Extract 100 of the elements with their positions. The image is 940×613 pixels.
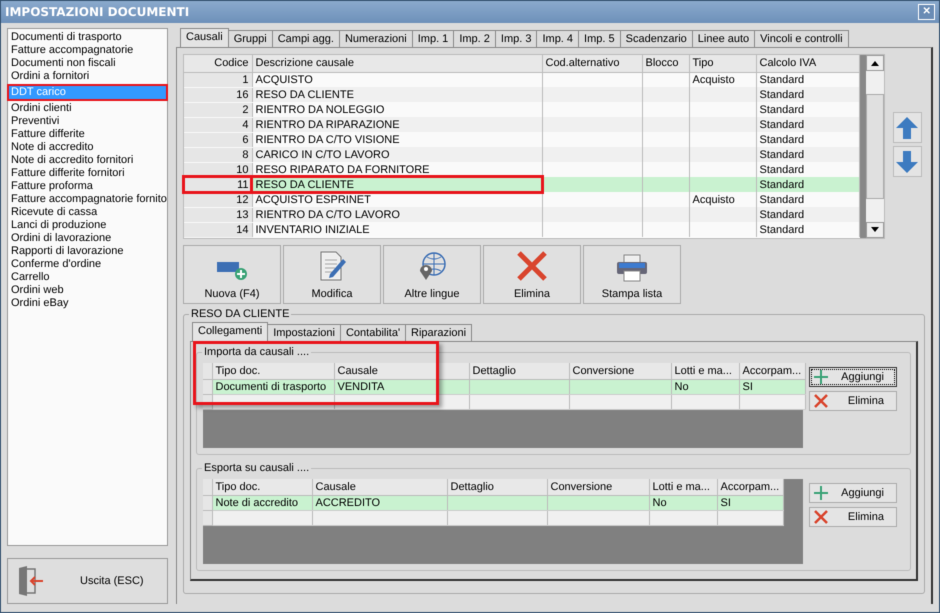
column-header[interactable]: Tipo doc. xyxy=(212,362,334,380)
list-item[interactable]: Carrello xyxy=(9,271,166,284)
column-header[interactable]: Lotti e ma... xyxy=(671,362,739,380)
tab[interactable]: Collegamenti xyxy=(192,322,268,340)
column-header[interactable]: Tipo doc. xyxy=(212,478,312,496)
list-item[interactable]: Lanci di produzione xyxy=(9,219,166,232)
tab[interactable]: Linee auto xyxy=(692,30,756,47)
tab[interactable]: Vincoli e controlli xyxy=(755,30,849,47)
tab[interactable]: Scadenzario xyxy=(620,30,693,47)
languages-button[interactable]: Altre lingue xyxy=(383,244,481,304)
window-title: IMPOSTAZIONI DOCUMENTI xyxy=(5,5,190,19)
table-cell xyxy=(642,117,689,132)
table-cell: Standard xyxy=(756,72,859,87)
list-item[interactable]: Fatture proforma xyxy=(9,180,166,193)
add-button[interactable]: Aggiungi xyxy=(809,366,897,386)
table-cell xyxy=(717,510,783,526)
scroll-thumb[interactable] xyxy=(866,94,884,199)
table-cell xyxy=(642,72,689,87)
column-header[interactable]: Accorpam... xyxy=(717,478,783,496)
column-header[interactable]: Tipo xyxy=(689,55,756,72)
column-header[interactable]: Blocco xyxy=(642,55,689,72)
list-item[interactable]: Ordini eBay xyxy=(9,297,166,310)
table-cell: Standard xyxy=(756,87,859,102)
move-up-button[interactable] xyxy=(892,112,922,143)
list-item[interactable]: Ordini di lavorazione xyxy=(9,232,166,245)
table-cell: Note di accredito xyxy=(212,496,312,510)
table-cell xyxy=(642,177,689,192)
scrollbar[interactable] xyxy=(860,55,884,238)
list-item[interactable]: Documenti non fiscali xyxy=(9,57,166,70)
table-cell: No xyxy=(671,380,739,394)
table-cell: RIENTRO DA C/TO VISIONE xyxy=(252,132,542,147)
column-header[interactable]: Accorpam... xyxy=(739,362,805,380)
list-item[interactable]: Fatture differite xyxy=(9,128,166,141)
table-cell: CARICO IN C/TO LAVORO xyxy=(252,147,542,162)
move-down-button[interactable] xyxy=(892,146,922,177)
table-cell: ACQUISTO xyxy=(252,72,542,87)
exit-door-icon xyxy=(18,566,46,596)
tab[interactable]: Imp. 3 xyxy=(496,30,538,47)
table-cell: VENDITA xyxy=(334,380,469,394)
table-cell: Standard xyxy=(756,207,859,222)
column-header[interactable]: Dettaglio xyxy=(447,478,547,496)
table-cell: 2 xyxy=(184,102,252,117)
print-button[interactable]: Stampa lista xyxy=(583,244,681,304)
delete-button[interactable]: Elimina xyxy=(809,390,897,410)
table-cell: Standard xyxy=(756,102,859,117)
scroll-down-icon xyxy=(870,227,878,232)
column-header[interactable]: Causale xyxy=(312,478,447,496)
column-header[interactable]: Lotti e ma... xyxy=(649,478,717,496)
table-cell: Standard xyxy=(756,147,859,162)
delete-button[interactable]: Elimina xyxy=(809,506,897,526)
table-cell xyxy=(689,87,756,102)
table-cell: 8 xyxy=(184,147,252,162)
tab[interactable]: Causali xyxy=(180,28,229,47)
table-cell: RIENTRO DA RIPARAZIONE xyxy=(252,117,542,132)
tab[interactable]: Impostazioni xyxy=(268,324,341,340)
list-item[interactable]: Conferme d'ordine xyxy=(9,258,166,271)
tab[interactable]: Imp. 5 xyxy=(579,30,621,47)
tab[interactable]: Contabilita' xyxy=(340,324,406,340)
list-item[interactable]: Documenti di trasporto xyxy=(9,31,166,44)
list-item[interactable]: Fatture accompagnatorie fornito xyxy=(9,193,166,206)
add-button[interactable]: Aggiungi xyxy=(809,482,897,502)
column-header[interactable]: Descrizione causale xyxy=(252,55,542,72)
group-title: Importa da causali .... xyxy=(202,346,312,358)
group-title: Esporta su causali .... xyxy=(202,462,312,474)
table-cell: Standard xyxy=(756,132,859,147)
list-item[interactable]: Fatture accompagnatorie xyxy=(9,44,166,57)
column-header[interactable]: Calcolo IVA xyxy=(756,55,859,72)
tab[interactable]: Gruppi xyxy=(228,30,273,47)
tab[interactable]: Campi agg. xyxy=(272,30,340,47)
column-header[interactable]: Cod.alternativo xyxy=(542,55,642,72)
table-cell xyxy=(689,207,756,222)
column-header[interactable]: Conversione xyxy=(569,362,671,380)
table-cell: 4 xyxy=(184,117,252,132)
delete-x-icon xyxy=(814,394,828,408)
tab[interactable]: Imp. 2 xyxy=(454,30,496,47)
exit-button[interactable]: Uscita (ESC) xyxy=(7,558,168,604)
column-header[interactable]: Dettaglio xyxy=(469,362,569,380)
new-button[interactable]: Nuova (F4) xyxy=(183,244,281,304)
list-item[interactable]: Fatture differite fornitori xyxy=(9,167,166,180)
list-item[interactable]: Preventivi xyxy=(9,115,166,128)
tab[interactable]: Numerazioni xyxy=(340,30,413,47)
delete-button[interactable]: Elimina xyxy=(483,244,581,304)
column-header[interactable]: Codice xyxy=(184,55,252,72)
tab[interactable]: Riparazioni xyxy=(406,324,472,340)
tab[interactable]: Imp. 4 xyxy=(537,30,580,47)
list-item[interactable]: Ordini clienti xyxy=(9,102,166,115)
table-cell: ACCREDITO xyxy=(312,496,447,510)
column-header[interactable]: Causale xyxy=(334,362,469,380)
edit-button[interactable]: Modifica xyxy=(283,244,381,304)
list-item[interactable]: Note di accredito xyxy=(9,141,166,154)
list-item[interactable]: Ricevute di cassa xyxy=(9,206,166,219)
table-cell: Acquisto xyxy=(689,72,756,87)
list-item[interactable]: Rapporti di lavorazione xyxy=(9,245,166,258)
tab[interactable]: Imp. 1 xyxy=(412,30,454,47)
arrow-up-icon xyxy=(896,116,918,138)
table-cell xyxy=(689,117,756,132)
list-item[interactable]: Ordini web xyxy=(9,284,166,297)
list-item[interactable]: Note di accredito fornitori xyxy=(9,154,166,167)
column-header[interactable]: Conversione xyxy=(547,478,649,496)
list-item[interactable]: Ordini a fornitori xyxy=(9,70,166,83)
